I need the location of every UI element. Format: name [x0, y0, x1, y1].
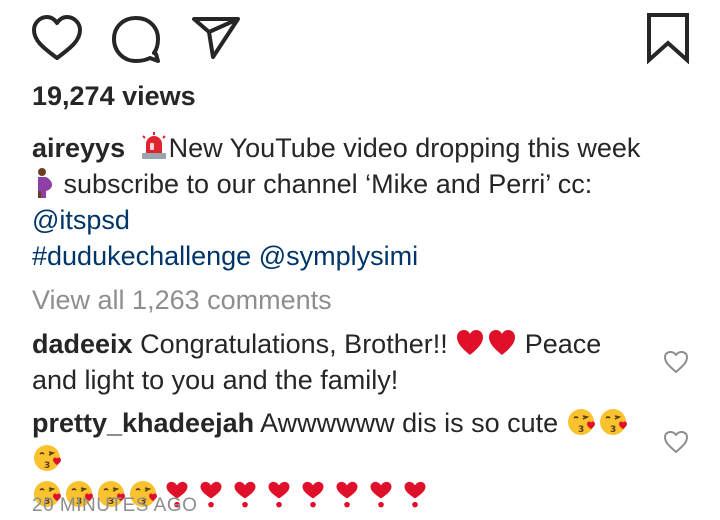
pregnant-woman-emoji-icon — [38, 168, 52, 198]
mention-symplysimi[interactable]: @symplysimi — [259, 241, 418, 271]
police-light-emoji-icon — [141, 132, 166, 159]
caption-text-line1: New YouTube video dropping this week — [168, 133, 641, 163]
comment-text: Awwwwww dis is so cute — [254, 408, 566, 438]
caption-username[interactable]: aireyys — [32, 133, 125, 163]
like-heart-icon[interactable] — [30, 14, 84, 62]
svg-text:3: 3 — [578, 425, 584, 435]
comment-item: dadeeix Congratulations, Brother!! Peace… — [32, 326, 642, 398]
red-heart-emoji-icon — [489, 330, 516, 355]
caption-text-line2: subscribe to our channel ‘Mike and Perri… — [56, 169, 593, 199]
comment-like-heart-icon[interactable] — [663, 350, 689, 374]
face-blowing-kiss-emoji-icon: 3 — [34, 445, 61, 471]
comment-bubble-icon[interactable] — [110, 14, 162, 64]
heavy-heart-exclamation-emoji-icon — [200, 481, 222, 508]
post-caption: aireyys New YouTube video dropping this … — [32, 130, 662, 274]
post-timestamp: 20 MINUTES AGO — [32, 495, 198, 516]
face-blowing-kiss-emoji-icon: 3 — [567, 409, 595, 435]
comment-username[interactable]: dadeeix — [32, 329, 133, 359]
save-bookmark-icon[interactable] — [645, 12, 691, 64]
view-all-comments-link[interactable]: View all 1,263 comments — [32, 282, 332, 318]
view-count: 19,274 views — [32, 81, 196, 111]
heavy-heart-exclamation-emoji-icon — [302, 481, 324, 508]
face-blowing-kiss-emoji-icon: 3 — [599, 409, 627, 435]
hashtag-dudukechallenge[interactable]: #dudukechallenge — [32, 241, 251, 271]
heavy-heart-exclamation-emoji-icon — [336, 481, 358, 508]
heavy-heart-exclamation-emoji-icon — [404, 481, 426, 508]
svg-text:3: 3 — [610, 425, 616, 435]
post-action-bar — [0, 0, 720, 78]
heavy-heart-exclamation-emoji-icon — [268, 481, 290, 508]
mention-itspsd[interactable]: @itspsd — [32, 205, 130, 235]
share-paper-plane-icon[interactable] — [190, 14, 242, 60]
comment-like-heart-icon[interactable] — [663, 430, 689, 454]
heavy-heart-exclamation-emoji-icon — [234, 481, 256, 508]
comment-username[interactable]: pretty_khadeejah — [32, 408, 254, 438]
heavy-heart-exclamation-emoji-icon — [370, 481, 392, 508]
red-heart-emoji-icon — [457, 330, 484, 355]
comment-text-part1: Congratulations, Brother!! — [132, 329, 456, 359]
svg-text:3: 3 — [44, 461, 50, 471]
